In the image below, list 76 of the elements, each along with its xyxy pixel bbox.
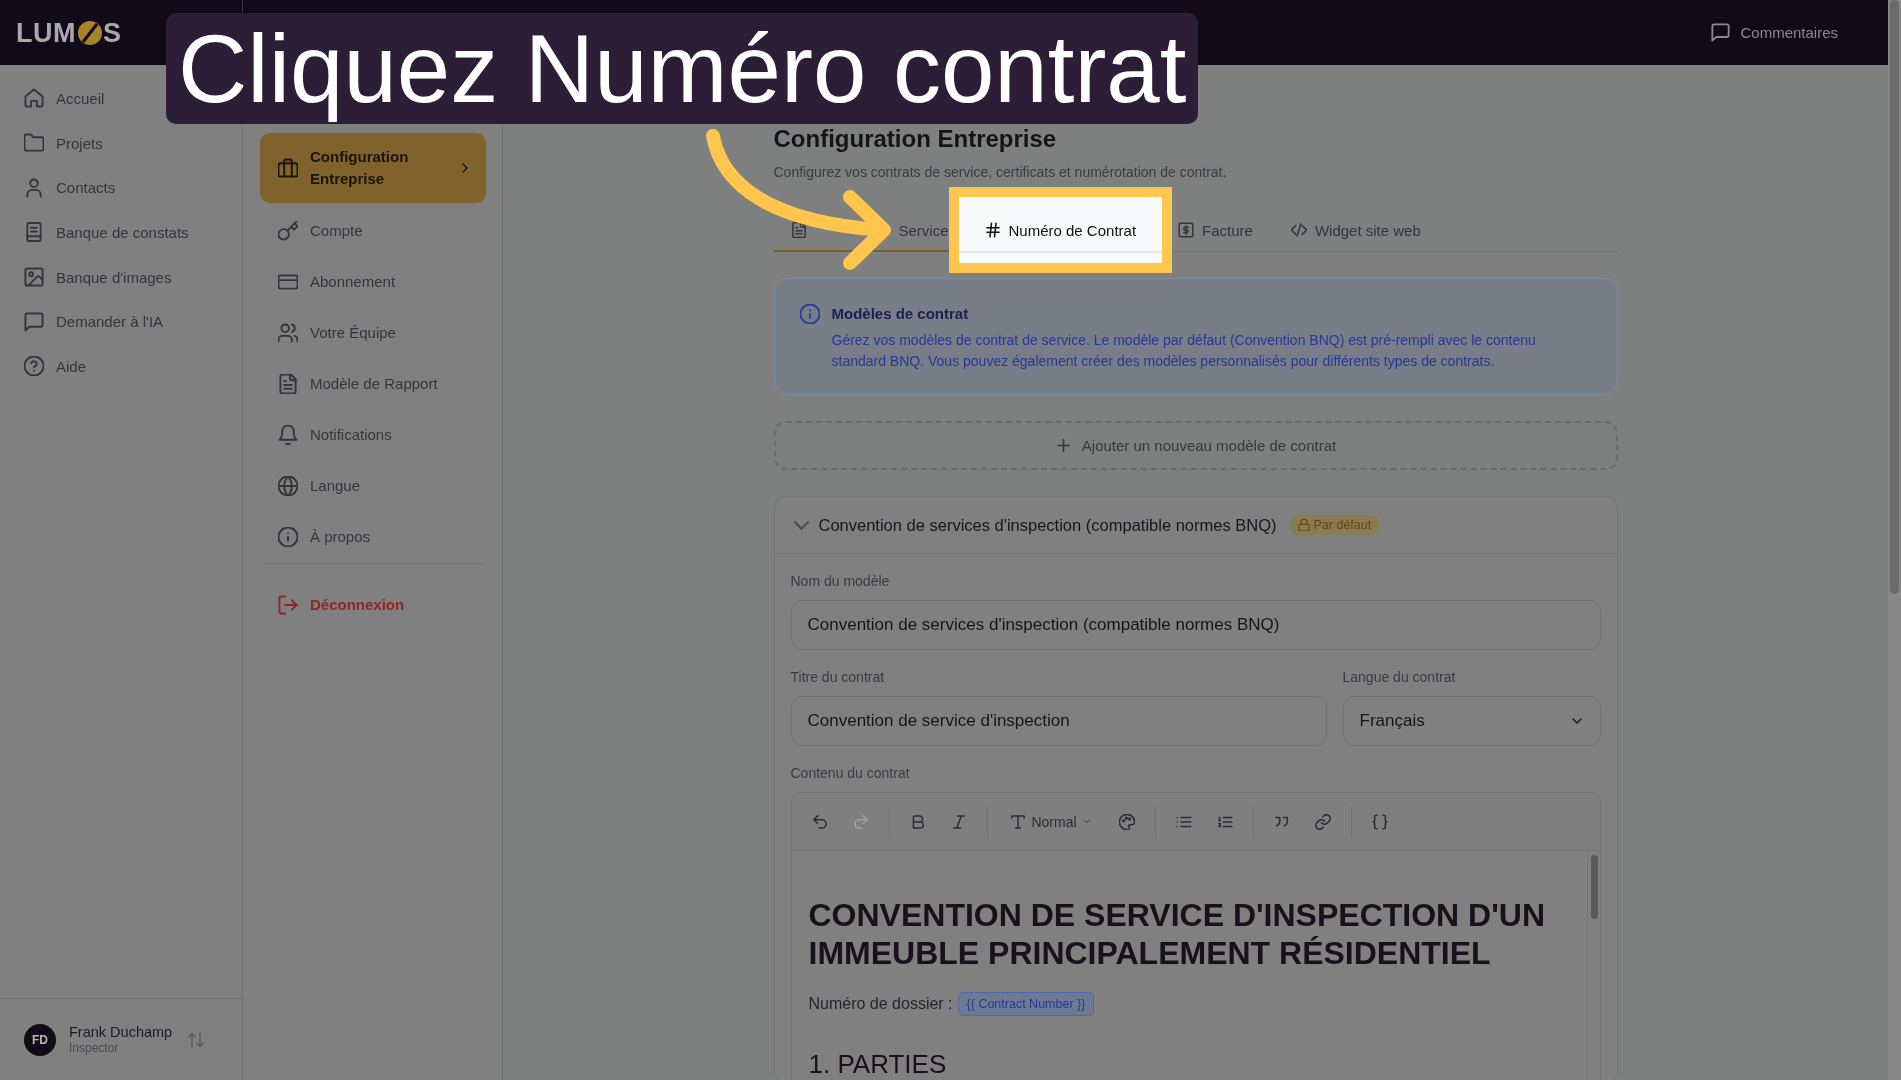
comments-button[interactable]: Commentaires	[1711, 23, 1838, 42]
card-icon	[278, 271, 298, 292]
user-icon	[24, 177, 44, 198]
document-heading: CONVENTION DE SERVICE D'INSPECTION D'UN IMMEUBLE PRINCIPALEMENT RÉSIDENTIEL	[808, 896, 1546, 972]
text-icon	[1010, 813, 1027, 830]
logo-text: LUM	[16, 16, 76, 49]
notebook-icon	[24, 222, 44, 243]
text-style-dropdown[interactable]: Normal	[995, 803, 1106, 840]
field-label: Nom du modèle	[790, 572, 891, 591]
settings-menu-item[interactable]: Langue	[260, 460, 486, 511]
default-badge: Par défaut	[1290, 515, 1380, 535]
settings-menu-item[interactable]: Notifications	[260, 409, 486, 460]
document-icon	[790, 222, 807, 238]
globe-icon	[278, 475, 298, 496]
logo-mark-icon	[78, 20, 102, 45]
tab[interactable]: Service	[773, 208, 949, 252]
info-icon	[799, 304, 820, 324]
sidebar-item[interactable]: Banque de constats	[0, 210, 197, 255]
home-icon	[24, 88, 44, 109]
hash-icon	[984, 222, 1001, 238]
folder-icon	[24, 133, 44, 154]
settings-menu-item[interactable]: Abonnement	[260, 256, 486, 307]
caret-icon	[1081, 817, 1091, 826]
sidebar-item[interactable]: Demander à l'IA	[0, 299, 172, 345]
language-select[interactable]: Français	[1342, 696, 1601, 746]
speech-bubble-icon	[1711, 23, 1731, 42]
sidebar-item[interactable]: Aide	[0, 344, 95, 389]
add-template-button[interactable]: Ajouter un nouveau modèle de contrat	[773, 421, 1618, 470]
settings-menu-item[interactable]: À propos	[260, 511, 486, 562]
logout-link[interactable]: Déconnexion	[260, 579, 486, 630]
code-icon	[1290, 222, 1307, 238]
text-editor[interactable]: Normal CONVENTION DE SERVICE D'INSPECTION D'UN IMMEUBLE PRINCIPALEMENT RÉSIDENTIEL Numéro de dossier : {{ Contract Number }} 1. PARTIES	[790, 792, 1601, 1080]
info-text: Gérez vos modèles de contrat de service. Le modèle par défaut (Convention BNQ) est pré-rempli avec le contenu standard BNQ. Vous pouvez également créer des modèles personnalisés pour différents types de contrats.	[831, 331, 1537, 371]
field-label: Titre du contrat	[790, 668, 886, 687]
bell-icon	[278, 424, 298, 445]
image-icon	[24, 267, 44, 288]
field-label: Contenu du contrat	[790, 764, 911, 783]
question-icon	[24, 356, 44, 377]
logo-text: S	[103, 16, 122, 49]
plus-icon	[1054, 437, 1072, 454]
settings-menu-item[interactable]: Votre Équipe	[260, 307, 486, 358]
briefcase-icon	[278, 158, 298, 178]
speech-bubble-icon	[24, 311, 44, 332]
settings-menu-item[interactable]: Modèle de Rapport	[260, 358, 486, 409]
file-number-label: Numéro de dossier :	[808, 994, 953, 1014]
page-subtitle: Configurez vos contrats de service, certificats et numérotation de contrat.	[773, 163, 1228, 182]
settings-menu-item[interactable]: Compte	[260, 205, 486, 256]
tab[interactable]: Facture	[1162, 208, 1269, 252]
key-icon	[278, 220, 298, 241]
people-icon	[278, 322, 298, 343]
tutorial-caption: Cliquez Numéro contrat	[166, 13, 1199, 124]
sidebar-item[interactable]: Projets	[0, 120, 111, 166]
page-scrollbar[interactable]	[1888, 0, 1901, 1080]
tab[interactable]: Widget site web	[1274, 208, 1437, 252]
placeholder-tag: {{ Contract Number }}	[957, 992, 1095, 1016]
editor-scrollbar[interactable]	[1586, 851, 1600, 1080]
settings-menu-item[interactable]: Configuration Entreprise	[260, 133, 486, 203]
sidebar-item[interactable]: Contacts	[0, 165, 124, 211]
up-down-arrows-icon[interactable]	[188, 1031, 204, 1048]
logout-icon	[278, 594, 298, 615]
user-avatar[interactable]: FD	[24, 1023, 56, 1056]
dollar-icon	[1178, 222, 1195, 238]
name-input[interactable]: Convention de services d'inspection (compatible normes BNQ)	[790, 600, 1601, 650]
title-input[interactable]: Convention de service d'inspection	[790, 696, 1327, 746]
page-title: Configuration Entreprise	[773, 124, 1058, 154]
info-title: Modèles de contrat	[831, 304, 970, 324]
sidebar-item[interactable]: Banque d'images	[0, 254, 180, 300]
section-heading: 1. PARTIES	[808, 1050, 948, 1078]
sidebar-item[interactable]: Accueil	[0, 76, 113, 121]
template-title: Convention de services d'inspection (compatible normes BNQ)	[818, 515, 1277, 535]
tab[interactable]: Numéro de Contrat	[958, 208, 1157, 252]
field-label: Langue du contrat	[1342, 668, 1457, 687]
user-name: Frank Duchamp	[69, 1023, 173, 1041]
info-icon	[278, 526, 298, 547]
lock-icon	[1297, 519, 1310, 531]
document-icon	[278, 373, 298, 394]
